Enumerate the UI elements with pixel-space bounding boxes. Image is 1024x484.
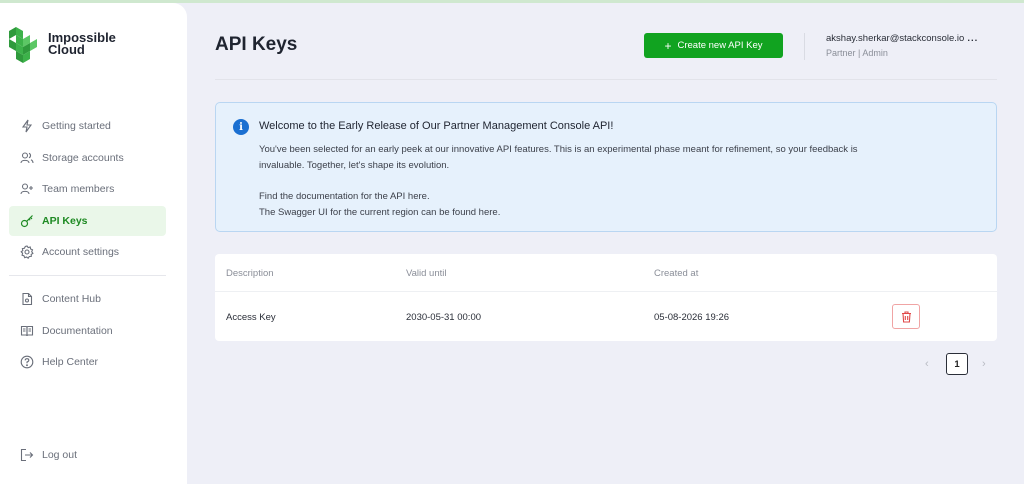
book-icon	[20, 324, 34, 338]
sidebar-item-account-settings[interactable]: Account settings	[9, 237, 166, 267]
primary-nav: Getting started Storage accounts Team me…	[9, 111, 166, 269]
logo-line-2: Cloud	[48, 42, 85, 57]
key-icon	[20, 214, 34, 228]
sidebar-item-label: Team members	[42, 183, 115, 196]
documentation-link[interactable]: Find the documentation for the API here.	[259, 189, 979, 205]
table-header: Description Valid until Created at	[215, 254, 997, 292]
cell-valid-until: 2030-05-31 00:00	[406, 312, 482, 323]
cell-description: Access Key	[226, 312, 276, 323]
create-api-key-button[interactable]: + Create new API Key	[644, 33, 783, 58]
sidebar-item-api-keys[interactable]: API Keys	[9, 205, 166, 236]
sidebar-item-label: API Keys	[42, 214, 88, 227]
delete-key-button[interactable]	[892, 304, 920, 329]
header-divider	[804, 33, 805, 60]
user-email: akshay.sherkar@stackconsole.io	[826, 33, 965, 44]
column-header-description: Description	[226, 268, 274, 279]
more-options-icon[interactable]: ...	[967, 33, 978, 44]
logout-button[interactable]: Log out	[9, 440, 166, 470]
sidebar-item-label: Documentation	[42, 324, 113, 337]
sidebar-item-documentation[interactable]: Documentation	[9, 316, 166, 346]
column-header-valid-until: Valid until	[406, 268, 447, 279]
user-role: Partner | Admin	[826, 48, 888, 58]
sidebar-item-label: Content Hub	[42, 293, 101, 305]
header-rule	[215, 79, 997, 80]
logo-text: Impossible Cloud	[48, 31, 116, 57]
api-keys-table: Description Valid until Created at Acces…	[215, 254, 997, 341]
create-api-key-label: Create new API Key	[677, 40, 763, 51]
trash-icon	[901, 310, 911, 323]
secondary-nav: Content Hub Documentation Help Center	[9, 284, 166, 379]
sidebar-item-getting-started[interactable]: Getting started	[9, 111, 166, 141]
page-title: API Keys	[215, 34, 298, 55]
sidebar-item-storage-accounts[interactable]: Storage accounts	[9, 143, 166, 173]
logo[interactable]: Impossible Cloud	[8, 25, 116, 63]
logo-cube-icon	[9, 27, 37, 63]
sidebar-item-help-center[interactable]: Help Center	[9, 347, 166, 377]
plus-icon: +	[664, 38, 672, 53]
document-icon	[20, 292, 34, 306]
info-banner-line: You've been selected for an early peek a…	[259, 144, 858, 155]
user-email-row: akshay.sherkar@stackconsole.io...	[826, 33, 978, 44]
help-circle-icon	[20, 355, 34, 369]
logout-label: Log out	[42, 449, 78, 461]
sidebar-divider	[9, 275, 166, 276]
sidebar-item-team-members[interactable]: Team members	[9, 174, 166, 204]
info-icon: i	[233, 119, 249, 135]
info-banner-title: Welcome to the Early Release of Our Part…	[259, 120, 614, 132]
sidebar-item-label: Storage accounts	[42, 151, 124, 164]
cell-created-at: 05-08-2026 19:26	[654, 312, 730, 323]
main-content: API Keys + Create new API Key akshay.she…	[187, 3, 1024, 484]
users-icon	[20, 151, 34, 165]
gear-icon	[20, 245, 34, 260]
user-menu[interactable]: akshay.sherkar@stackconsole.io... Partne…	[826, 33, 978, 58]
sidebar-item-label: Help Center	[42, 356, 99, 369]
sidebar: Impossible Cloud Getting started Storage…	[0, 3, 187, 484]
logout-icon	[20, 448, 34, 462]
column-header-created-at: Created at	[654, 268, 699, 279]
logout-nav: Log out	[9, 440, 166, 472]
pagination-prev-button[interactable]: ‹	[925, 358, 929, 370]
info-banner: i Welcome to the Early Release of Our Pa…	[215, 102, 997, 232]
info-banner-line: invaluable. Together, let's shape its ev…	[259, 160, 450, 171]
pagination-next-button[interactable]: ›	[982, 358, 986, 370]
lightning-icon	[20, 119, 34, 133]
info-banner-body: You've been selected for an early peek a…	[259, 142, 979, 221]
sidebar-item-label: Getting started	[42, 120, 111, 132]
user-plus-icon	[20, 182, 34, 196]
sidebar-item-content-hub[interactable]: Content Hub	[9, 284, 166, 314]
sidebar-item-label: Account settings	[42, 246, 120, 259]
pagination-page-1[interactable]: 1	[946, 353, 968, 375]
swagger-link[interactable]: The Swagger UI for the current region ca…	[259, 205, 979, 221]
